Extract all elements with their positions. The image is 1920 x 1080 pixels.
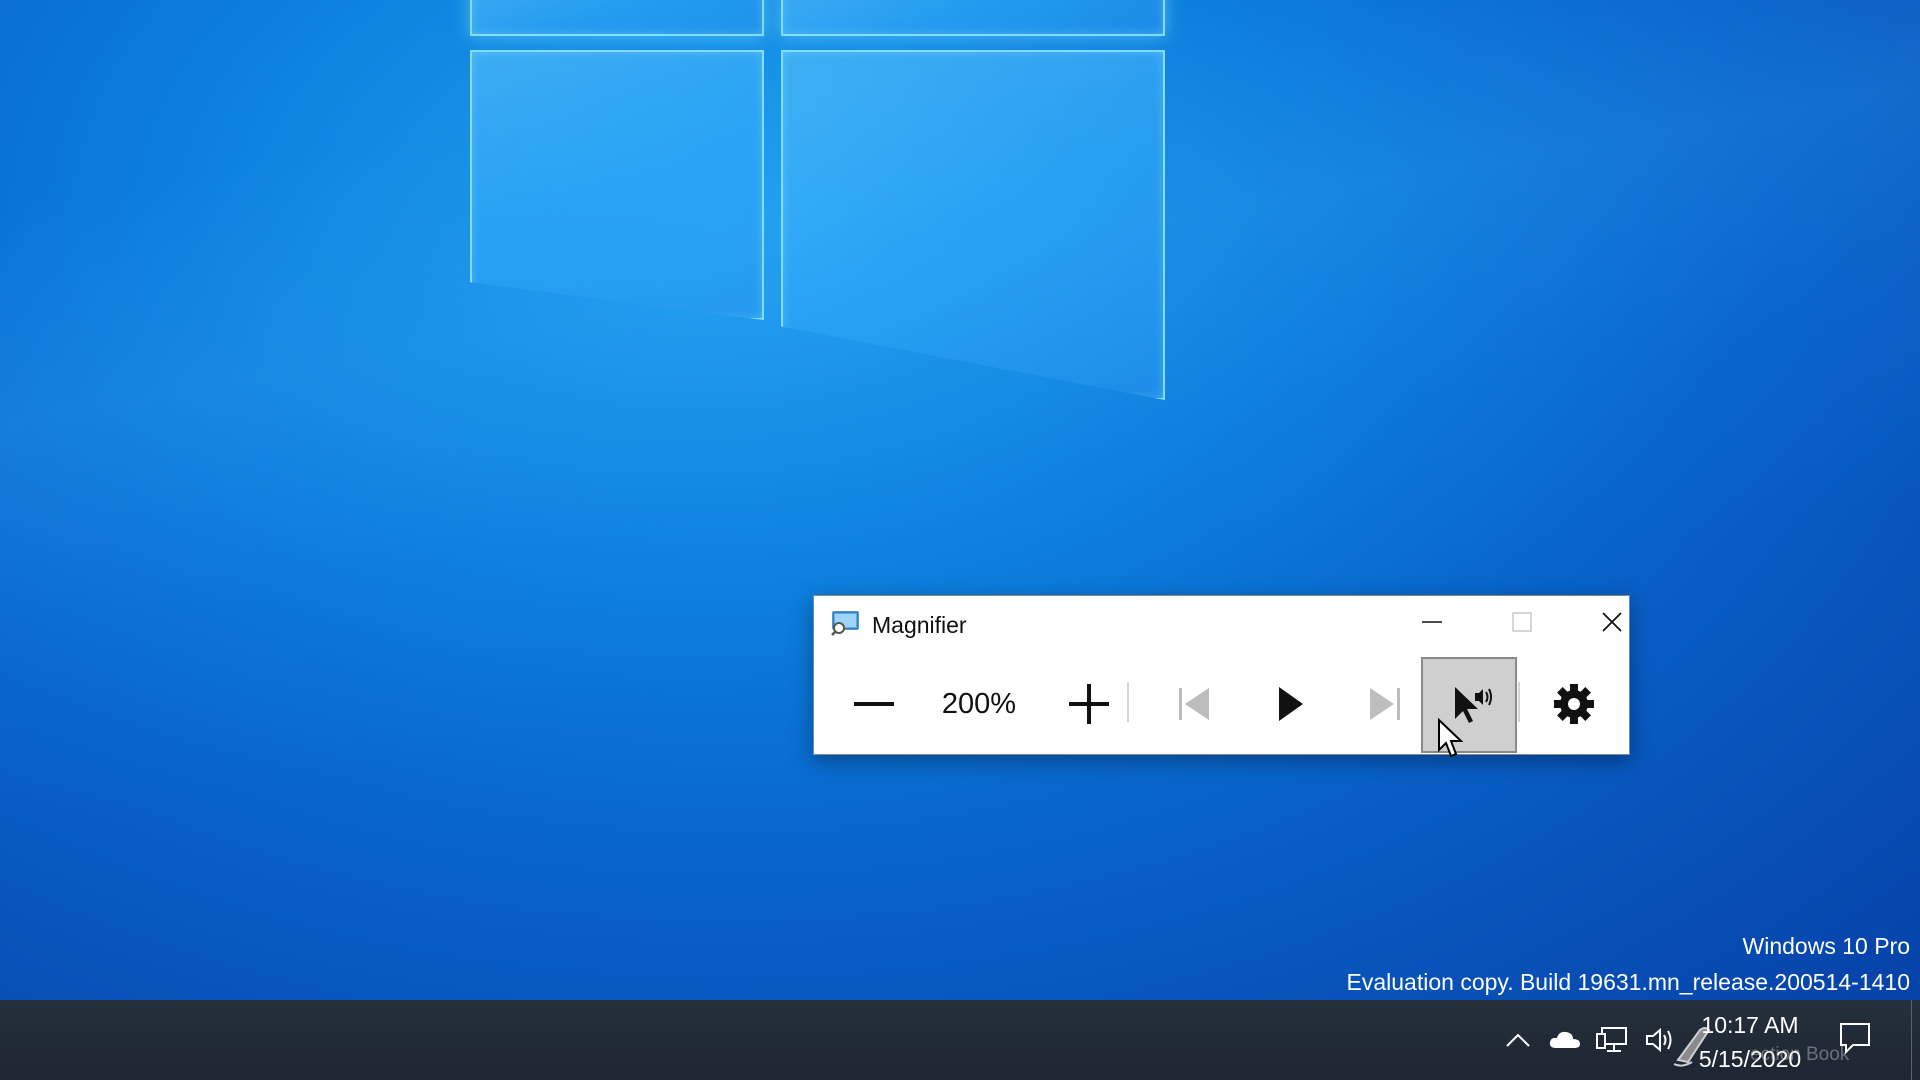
play-button[interactable] (1249, 656, 1329, 752)
mouse-pointer-icon (1438, 718, 1463, 758)
title-bar[interactable]: Magnifier (814, 596, 1629, 654)
magnifier-window[interactable]: Magnifier 200% (813, 595, 1630, 755)
show-hidden-icons-button[interactable] (1498, 1022, 1538, 1058)
show-desktop-button[interactable] (1911, 1000, 1920, 1080)
network-button[interactable] (1593, 1022, 1633, 1058)
zoom-in-button[interactable] (1054, 656, 1124, 752)
logo-pane-top-left (470, 0, 764, 36)
logo-pane-top-right (781, 0, 1165, 36)
zoom-out-button[interactable] (839, 656, 909, 752)
maximize-icon (1512, 612, 1532, 632)
chevron-up-icon (1506, 1033, 1530, 1047)
cloud-icon (1549, 1031, 1580, 1048)
zoom-out-icon (854, 702, 894, 706)
notification-icon (1840, 1023, 1870, 1055)
taskbar: 10:17 AM 5/15/2020 ection Book (0, 1000, 1920, 1080)
watermark-build: Evaluation copy. Build 19631.mn_release.… (1346, 969, 1910, 995)
toolbar-separator (1518, 682, 1520, 722)
read-from-cursor-button[interactable] (1421, 657, 1517, 753)
clock-time: 10:17 AM (1701, 1012, 1799, 1038)
next-sentence-button[interactable] (1345, 656, 1425, 752)
desktop-background: Windows 10 Pro Evaluation copy. Build 19… (0, 0, 1920, 1000)
maximize-button[interactable] (1491, 600, 1553, 644)
minimize-icon (1422, 621, 1442, 623)
action-center-button[interactable] (1835, 1020, 1875, 1056)
skip-forward-icon (1370, 688, 1400, 720)
watermark-edition: Windows 10 Pro (1742, 933, 1910, 959)
gear-icon (1554, 684, 1594, 724)
close-icon (1602, 612, 1622, 632)
minimize-button[interactable] (1401, 600, 1463, 644)
previous-sentence-button[interactable] (1154, 656, 1234, 752)
close-button[interactable] (1581, 600, 1643, 644)
toolbar-separator (1127, 682, 1129, 722)
zoom-level: 200% (941, 687, 1017, 720)
onedrive-button[interactable] (1545, 1022, 1585, 1058)
logo-pane-bottom-right (781, 50, 1165, 400)
skip-back-icon (1179, 688, 1209, 720)
settings-button[interactable] (1534, 656, 1614, 752)
window-title: Magnifier (872, 612, 967, 638)
magnifier-app-icon (831, 611, 859, 636)
logo-pane-bottom-left (470, 50, 764, 320)
magnifier-toolbar: 200% (814, 656, 1629, 753)
windows-logo (470, 0, 1165, 400)
zoom-in-icon (1069, 684, 1109, 724)
network-icon (1596, 1027, 1627, 1052)
play-icon (1279, 687, 1303, 721)
